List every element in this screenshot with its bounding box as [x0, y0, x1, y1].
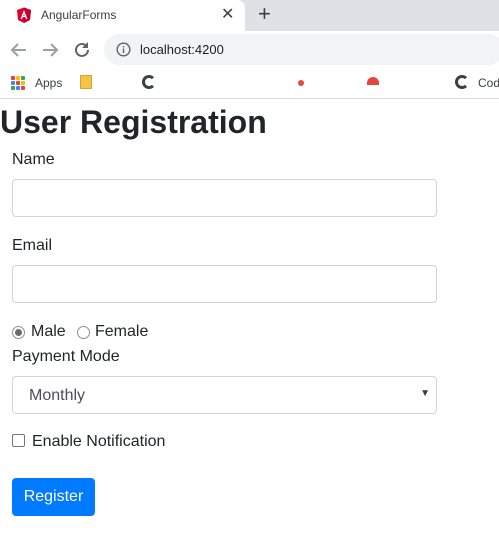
register-button[interactable]: Register — [12, 478, 95, 516]
address-bar[interactable]: localhost:4200 — [104, 34, 499, 65]
browser-tab[interactable]: AngularForms ✕ — [0, 0, 245, 31]
bookmark-label[interactable]: Cod — [478, 76, 499, 90]
email-input[interactable] — [12, 265, 437, 303]
bookmarks-bar: Apps Cod — [0, 68, 499, 99]
enable-notification-label[interactable]: Enable Notification — [32, 433, 165, 451]
male-radio[interactable] — [12, 326, 25, 339]
folder-bookmark-icon[interactable] — [80, 75, 92, 89]
info-icon[interactable] — [116, 42, 131, 57]
bookmark-favicon-icon[interactable] — [142, 75, 156, 89]
reload-icon[interactable] — [71, 39, 93, 61]
tab-strip: AngularForms ✕ + — [0, 0, 499, 31]
dropdown-caret-icon: ▼ — [420, 388, 430, 399]
tab-title: AngularForms — [41, 8, 117, 22]
payment-mode-label: Payment Mode — [12, 348, 120, 365]
apps-grid-icon[interactable] — [11, 76, 25, 90]
angular-logo-icon — [17, 7, 31, 23]
new-tab-button[interactable]: + — [258, 2, 271, 26]
page-title: User Registration — [0, 104, 267, 140]
enable-notification-checkbox[interactable] — [12, 434, 25, 447]
email-label: Email — [12, 237, 53, 254]
payment-mode-select[interactable]: Monthly ▼ — [12, 376, 437, 414]
forward-arrow-icon[interactable] — [39, 39, 61, 61]
browser-toolbar: localhost:4200 — [0, 31, 499, 68]
female-radio-label[interactable]: Female — [95, 323, 148, 341]
name-label: Name — [12, 151, 55, 168]
close-tab-icon[interactable]: ✕ — [221, 6, 234, 24]
payment-mode-value: Monthly — [29, 387, 86, 404]
bookmark-favicon-icon[interactable] — [367, 77, 379, 85]
url-text: localhost:4200 — [140, 42, 224, 57]
female-radio[interactable] — [77, 326, 90, 339]
name-input[interactable] — [12, 179, 437, 217]
registration-page: User Registration Name Email Male Female… — [0, 100, 499, 537]
back-arrow-icon[interactable] — [8, 39, 30, 61]
bookmark-favicon-icon[interactable] — [298, 80, 304, 86]
male-radio-label[interactable]: Male — [31, 323, 66, 341]
apps-bookmark[interactable]: Apps — [35, 76, 62, 90]
bookmark-favicon-icon[interactable] — [455, 75, 469, 89]
